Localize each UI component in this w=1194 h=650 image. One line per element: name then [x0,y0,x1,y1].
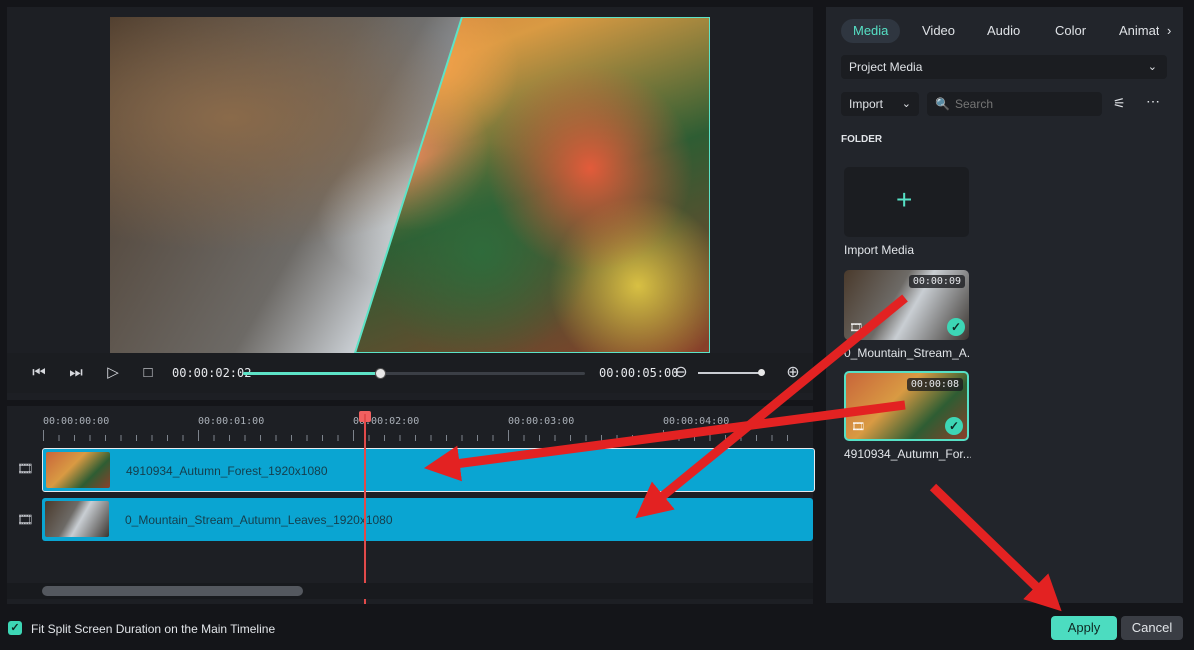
zoom-in-icon[interactable]: ⊕ [783,363,803,383]
media-item-mountain-stream[interactable]: 00:00:09 🎞 ✓ 0_Mountain_Stream_A... [844,270,971,360]
media-item-autumn-forest[interactable]: 00:00:08 🎞 ✓ 4910934_Autumn_For... [844,371,971,461]
clip-label: 0_Mountain_Stream_Autumn_Leaves_1920x108… [125,513,393,527]
ruler-label: 00:00:03:00 [508,416,575,427]
import-dropdown[interactable]: Import ⌄ [841,92,919,116]
duration-badge: 00:00:09 [908,275,965,288]
dropdown-value: Project Media [849,60,923,74]
stop-icon[interactable]: □ [138,363,158,383]
search-input[interactable] [953,95,1097,113]
next-frame-icon[interactable]: ⏭ [66,363,86,383]
search-field[interactable]: 🔍 [927,92,1102,116]
project-media-dropdown[interactable]: Project Media ⌄ [841,55,1167,79]
timeline-clip-mountain-stream[interactable]: 0_Mountain_Stream_Autumn_Leaves_1920x108… [42,498,813,541]
ruler-ticks [43,430,788,441]
search-icon: 🔍 [935,97,950,111]
clip-thumbnail [45,501,109,537]
tab-audio[interactable]: Audio [987,19,1020,43]
duration-badge: 00:00:08 [906,378,963,391]
chevron-right-icon[interactable]: › [1167,19,1171,43]
more-options-icon[interactable]: ⋯ [1146,93,1160,110]
video-track-icon: 🎞 [17,461,34,476]
checkmark-icon: ✓ [947,318,965,336]
zoom-slider[interactable] [698,369,765,376]
tab-media[interactable]: Media [841,19,901,43]
zoom-slider-knob[interactable] [758,369,765,376]
ruler-label: 00:00:04:00 [663,416,730,427]
progress-fill [243,372,380,375]
clip-thumbnail [46,452,110,488]
transport-bar: ⏮ ⏭ ▷ □ 00:00:02:02 00:00:05:00 ⊖ ⊕ [7,353,813,393]
clip-label: 4910934_Autumn_Forest_1920x1080 [126,464,328,478]
current-timecode: 00:00:02:02 [172,366,252,380]
tab-animation[interactable]: Animat [1119,19,1159,43]
import-media-label: Import Media [844,243,915,257]
tab-video[interactable]: Video [922,19,955,43]
import-label: Import [849,97,884,111]
zoom-out-icon[interactable]: ⊖ [671,363,691,383]
video-track-icon: 🎞 [17,512,34,527]
timeline-panel: 00:00:00:00 00:00:01:00 00:00:02:00 00:0… [7,406,815,604]
media-item-name: 4910934_Autumn_For... [844,447,971,461]
previous-frame-icon[interactable]: ⏮ [29,363,49,383]
chevron-down-icon: ⌄ [1147,61,1157,73]
folder-heading: FOLDER [841,134,883,145]
media-thumbnail: 00:00:08 🎞 ✓ [844,371,969,441]
checkmark-icon: ✓ [945,417,963,435]
chevron-down-icon: ⌄ [901,98,911,110]
playback-progress-bar[interactable] [243,368,585,379]
filter-icon[interactable]: ⚟ [1113,95,1126,112]
timeline-clip-autumn-forest[interactable]: 4910934_Autumn_Forest_1920x1080 [42,448,815,492]
progress-knob[interactable] [374,368,386,379]
total-timecode: 00:00:05:00 [599,366,679,380]
preview-panel: ⏮ ⏭ ▷ □ 00:00:02:02 00:00:05:00 ⊖ ⊕ [7,7,813,400]
video-clip-icon: 🎞 [849,322,863,334]
split-screen-divider[interactable] [110,17,710,353]
media-thumbnail: 00:00:09 🎞 ✓ [844,270,969,340]
media-panel: Media Video Audio Color Animat › Project… [826,7,1183,603]
cancel-button[interactable]: Cancel [1121,616,1183,640]
preview-canvas[interactable] [110,17,710,353]
video-clip-icon: 🎞 [851,421,865,433]
tab-color[interactable]: Color [1055,19,1086,43]
apply-button[interactable]: Apply [1051,616,1117,640]
timeline-ruler[interactable]: 00:00:00:00 00:00:01:00 00:00:02:00 00:0… [43,406,813,446]
playhead[interactable] [364,414,366,604]
media-item-name: 0_Mountain_Stream_A... [844,346,971,360]
ruler-label: 00:00:00:00 [43,416,110,427]
scrollbar-thumb[interactable] [42,586,303,596]
play-icon[interactable]: ▷ [103,363,123,383]
fit-duration-checkbox[interactable]: ✓ [8,621,22,635]
fit-duration-label: Fit Split Screen Duration on the Main Ti… [31,622,276,636]
ruler-label: 00:00:01:00 [198,416,265,427]
import-media-tile[interactable]: + [844,167,969,237]
plus-icon: + [896,184,913,215]
import-media-card[interactable]: + Import Media [844,167,971,257]
